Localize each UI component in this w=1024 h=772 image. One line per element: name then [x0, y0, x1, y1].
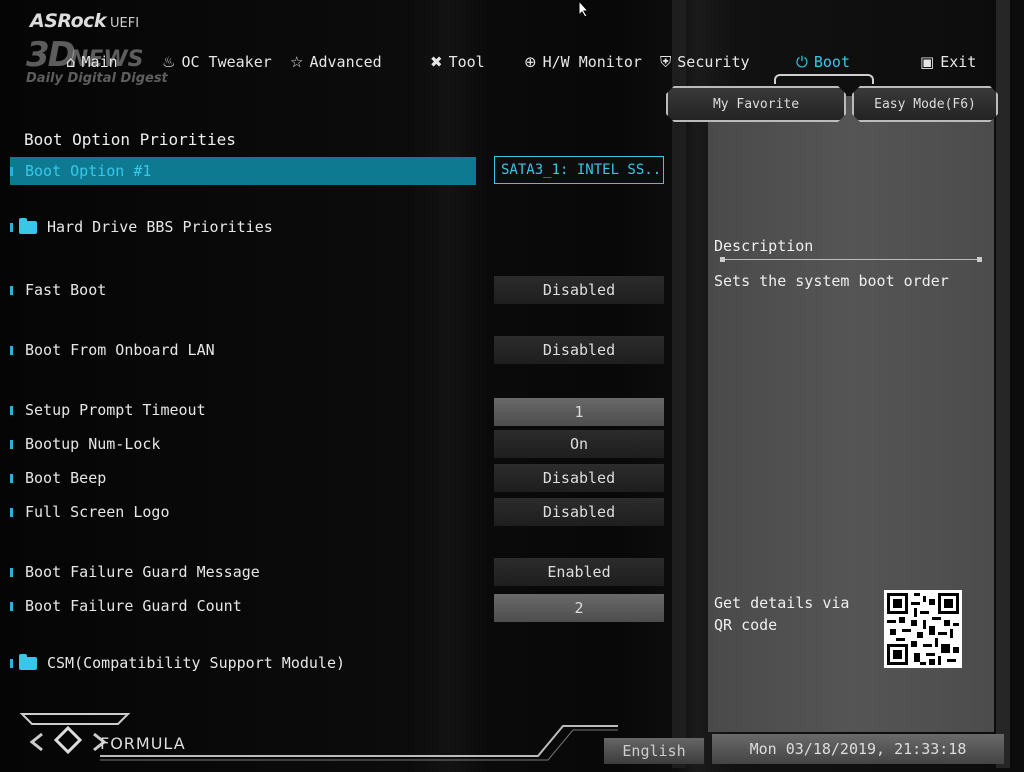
folder-icon: [19, 653, 37, 670]
rocket-icon: ♨: [162, 53, 176, 71]
bfg-message-row[interactable]: Boot Failure Guard Message: [10, 561, 260, 583]
tab-label: Exit: [940, 53, 977, 71]
tab-label: Main: [81, 53, 118, 71]
fast-boot-row[interactable]: Fast Boot: [10, 279, 106, 301]
boot-lan-value[interactable]: Disabled: [494, 336, 664, 364]
row-marker: [10, 601, 13, 611]
row-marker: [10, 345, 13, 355]
tab-main[interactable]: ⌂ Main: [66, 52, 118, 72]
section-title: Boot Option Priorities: [24, 130, 236, 149]
bfg-count-input[interactable]: 2: [494, 594, 664, 622]
row-marker: [10, 222, 13, 232]
csm-item[interactable]: CSM(Compatibility Support Module): [10, 652, 345, 674]
boot-lan-row[interactable]: Boot From Onboard LAN: [10, 339, 215, 361]
bg-stripe: [996, 0, 1010, 768]
tab-label: Advanced: [309, 53, 382, 71]
row-label: Hard Drive BBS Priorities: [47, 218, 273, 236]
row-label: Full Screen Logo: [25, 503, 170, 521]
boot-option-1-value[interactable]: SATA3_1: INTEL SS...: [494, 156, 664, 184]
bfg-message-value[interactable]: Enabled: [494, 558, 664, 586]
qr-caption: Get details via QR code: [714, 594, 850, 634]
row-label: Setup Prompt Timeout: [25, 401, 206, 419]
watermark-tagline: Daily Digital Digest: [26, 71, 168, 86]
setup-timeout-input[interactable]: 1: [494, 398, 664, 426]
shield-icon: ⛨: [660, 53, 672, 71]
my-favorite-button[interactable]: My Favorite: [666, 86, 846, 122]
easy-mode-button[interactable]: Easy Mode(F6): [852, 86, 998, 122]
tab-boot[interactable]: ⏻ Boot: [796, 52, 850, 72]
boot-beep-value[interactable]: Disabled: [494, 464, 664, 492]
tab-label: Tool: [448, 53, 485, 71]
exit-icon: ▣: [920, 53, 935, 71]
hdd-bbs-priorities-item[interactable]: Hard Drive BBS Priorities: [10, 216, 273, 238]
description-divider: [720, 257, 982, 262]
bfg-count-row[interactable]: Boot Failure Guard Count: [10, 595, 242, 617]
full-screen-logo-value[interactable]: Disabled: [494, 498, 664, 526]
row-marker: [10, 166, 13, 176]
row-label: Boot Failure Guard Count: [25, 597, 242, 615]
description-title: Description: [714, 237, 814, 255]
description-text: Sets the system boot order: [714, 272, 949, 290]
row-marker: [10, 285, 13, 295]
numlock-row[interactable]: Bootup Num-Lock: [10, 433, 160, 455]
star-icon: ☆: [290, 53, 304, 71]
active-tab-indicator: [774, 74, 874, 84]
formula-label: FORMULA: [100, 734, 186, 753]
row-label: Boot Beep: [25, 469, 107, 487]
row-label: CSM(Compatibility Support Module): [47, 654, 346, 672]
boot-beep-row[interactable]: Boot Beep: [10, 467, 106, 489]
brand-suffix: UEFI: [110, 16, 140, 31]
tab-tool[interactable]: ✖ Tool: [430, 52, 485, 72]
language-selector[interactable]: English: [604, 738, 704, 764]
qr-code: [884, 590, 962, 668]
power-icon: ⏻: [796, 53, 808, 71]
fast-boot-value[interactable]: Disabled: [494, 276, 664, 304]
tab-label: Security: [677, 53, 750, 71]
numlock-value[interactable]: On: [494, 430, 664, 458]
row-marker: [10, 507, 13, 517]
brand-name: ASRock: [30, 10, 107, 32]
row-label: Fast Boot: [25, 281, 107, 299]
tab-security[interactable]: ⛨ Security: [660, 52, 750, 72]
tab-label: Boot: [813, 53, 850, 71]
row-marker: [10, 439, 13, 449]
tab-advanced[interactable]: ☆ Advanced: [290, 52, 382, 72]
setup-timeout-row[interactable]: Setup Prompt Timeout: [10, 399, 206, 421]
tab-label: OC Tweaker: [181, 53, 272, 71]
asrock-logo: ASRock UEFI: [30, 10, 139, 32]
row-label: Boot From Onboard LAN: [25, 341, 215, 359]
tab-label: H/W Monitor: [542, 53, 642, 71]
monitor-icon: ⊕: [524, 53, 537, 71]
boot-option-1-row[interactable]: Boot Option #1: [10, 157, 476, 185]
tab-hw-monitor[interactable]: ⊕ H/W Monitor: [524, 52, 642, 72]
row-marker: [10, 658, 13, 668]
row-marker: [10, 405, 13, 415]
row-marker: [10, 473, 13, 483]
folder-icon: [19, 217, 37, 234]
tab-exit[interactable]: ▣ Exit: [920, 52, 976, 72]
datetime-display: Mon 03/18/2019, 21:33:18: [712, 734, 1004, 764]
home-icon: ⌂: [66, 53, 76, 71]
tools-icon: ✖: [430, 53, 443, 71]
full-screen-logo-row[interactable]: Full Screen Logo: [10, 501, 170, 523]
row-label: Bootup Num-Lock: [25, 435, 161, 453]
row-label: Boot Option #1: [25, 162, 152, 180]
row-label: Boot Failure Guard Message: [25, 563, 260, 581]
tab-oc-tweaker[interactable]: ♨ OC Tweaker: [162, 52, 272, 72]
mouse-cursor-icon: [578, 0, 590, 22]
qr-code-graphic: [884, 590, 962, 668]
row-marker: [10, 567, 13, 577]
